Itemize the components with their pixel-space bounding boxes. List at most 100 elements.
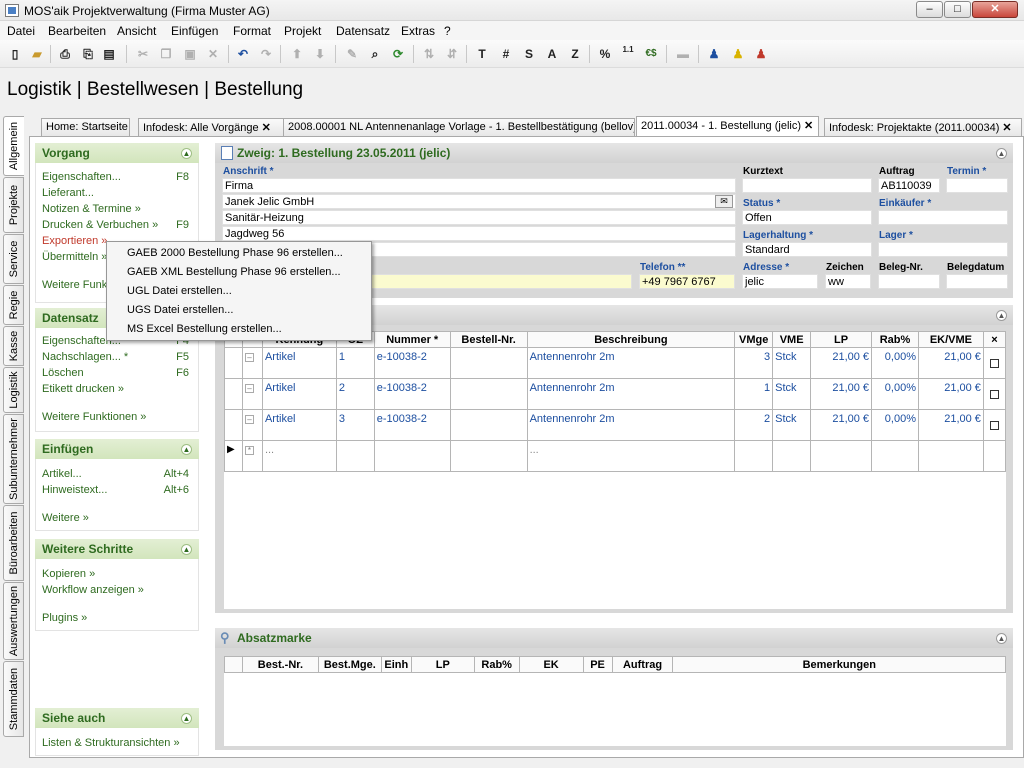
vtab-stammdaten[interactable]: Stammdaten: [3, 661, 24, 737]
undo-icon[interactable]: ↶: [234, 45, 252, 63]
vtab-subunternehmer[interactable]: Subunternehmer: [3, 414, 24, 504]
delete-icon[interactable]: ✕: [204, 45, 222, 63]
link-kopieren[interactable]: Kopieren »: [42, 568, 95, 580]
anschrift-line-1[interactable]: Firma: [222, 178, 736, 193]
a-format-icon[interactable]: A: [543, 45, 561, 63]
doctab-bestellung[interactable]: 2011.00034 - 1. Bestellung (jelic) ✕: [636, 116, 819, 136]
menu-item-gaeb-2000[interactable]: GAEB 2000 Bestellung Phase 96 erstellen.…: [127, 247, 343, 259]
col-bestellnr[interactable]: Bestell-Nr.: [449, 331, 528, 348]
link-uebermitteln[interactable]: Übermitteln »: [42, 251, 107, 263]
percent-icon[interactable]: %: [596, 45, 614, 63]
vtab-logistik[interactable]: Logistik: [3, 367, 24, 413]
anschrift-line-3[interactable]: Sanitär-Heizung: [222, 210, 736, 225]
search-icon[interactable]: ⌕: [366, 45, 384, 63]
kurztext-field[interactable]: [742, 178, 872, 193]
doctab-projektakte[interactable]: Infodesk: Projektakte (2011.00034) ✕: [824, 118, 1022, 136]
number-format-icon[interactable]: #: [497, 45, 515, 63]
link-etikett-drucken[interactable]: Etikett drucken »: [42, 383, 124, 395]
menu-datensatz[interactable]: Datensatz: [336, 24, 390, 38]
expand-icon[interactable]: –: [244, 415, 254, 424]
col-vmge[interactable]: VMge: [734, 331, 774, 348]
belegdatum-field[interactable]: [946, 274, 1008, 289]
link-nachschlagen[interactable]: Nachschlagen... *: [42, 351, 128, 363]
menu-extras[interactable]: Extras: [401, 24, 435, 38]
col-ek-vme[interactable]: EK/VME: [917, 331, 984, 348]
table-row[interactable]: – Artikel 2 e-10038-2 Antennenrohr 2m 1 …: [224, 378, 1007, 410]
z-format-icon[interactable]: Z: [566, 45, 584, 63]
link-ds-weitere-funktionen[interactable]: Weitere Funktionen »: [42, 411, 146, 423]
col-rab[interactable]: Rab%: [473, 656, 520, 673]
belegnr-field[interactable]: [878, 274, 940, 289]
new-file-icon[interactable]: ▯: [6, 45, 24, 63]
row-checkbox[interactable]: [989, 421, 999, 430]
menu-einfuegen[interactable]: Einfügen: [171, 24, 218, 38]
col-delete[interactable]: ×: [982, 331, 1007, 348]
vtab-allgemein[interactable]: Allgemein: [3, 116, 24, 176]
user-blue-icon[interactable]: ♟: [705, 45, 723, 63]
collapse-icon[interactable]: ▲: [181, 713, 192, 724]
link-notizen-termine[interactable]: Notizen & Termine »: [42, 203, 141, 215]
vtab-projekte[interactable]: Projekte: [3, 177, 24, 233]
row-checkbox[interactable]: [989, 390, 999, 399]
menu-help[interactable]: ?: [444, 24, 451, 38]
panel-einfuegen-header[interactable]: Einfügen ▲: [35, 439, 199, 459]
panel-schritte-header[interactable]: Weitere Schritte ▲: [35, 539, 199, 559]
open-folder-icon[interactable]: ▰: [28, 45, 46, 63]
menu-item-ms-excel[interactable]: MS Excel Bestellung erstellen...: [127, 323, 282, 335]
termin-field[interactable]: [946, 178, 1008, 193]
vtab-service[interactable]: Service: [3, 234, 24, 284]
link-exportieren[interactable]: Exportieren »: [42, 235, 107, 247]
user-red-icon[interactable]: ♟: [752, 45, 770, 63]
menu-item-gaeb-xml[interactable]: GAEB XML Bestellung Phase 96 erstellen..…: [127, 266, 341, 278]
col-lp[interactable]: LP: [410, 656, 475, 673]
refresh-icon[interactable]: ⟳: [389, 45, 407, 63]
vtab-regie[interactable]: Regie: [3, 285, 24, 325]
sum-icon[interactable]: S: [520, 45, 538, 63]
text-format-icon[interactable]: T: [473, 45, 491, 63]
expand-icon[interactable]: –: [244, 353, 254, 362]
link-weitere[interactable]: Weitere »: [42, 512, 89, 524]
cut-icon[interactable]: ✂: [134, 45, 152, 63]
telefon-field[interactable]: +49 7967 6767: [639, 274, 735, 289]
link-loeschen[interactable]: Löschen: [42, 367, 84, 379]
menu-item-ugs[interactable]: UGS Datei erstellen...: [127, 304, 233, 316]
sort-desc-icon[interactable]: ⇵: [443, 45, 461, 63]
table-row[interactable]: – Artikel 1 e-10038-2 Antennenrohr 2m 3 …: [224, 347, 1007, 379]
col-einh[interactable]: Einh: [380, 656, 412, 673]
menu-ansicht[interactable]: Ansicht: [117, 24, 156, 38]
print-icon[interactable]: ⎙: [56, 45, 74, 63]
export-icon[interactable]: ▤: [100, 45, 118, 63]
move-up-icon[interactable]: ⬆: [288, 45, 306, 63]
auftrag-field[interactable]: AB110039: [878, 178, 940, 193]
copy-icon[interactable]: ❐: [157, 45, 175, 63]
zweig-header[interactable]: Zweig: 1. Bestellung 23.05.2011 (jelic) …: [215, 143, 1013, 163]
zeichen-field[interactable]: ww: [825, 274, 871, 289]
paste-icon[interactable]: ▣: [181, 45, 199, 63]
col-nummer[interactable]: Nummer *: [373, 331, 451, 348]
doctab-startseite[interactable]: Home: Startseite: [41, 118, 130, 136]
col-best-mge[interactable]: Best.Mge.: [317, 656, 382, 673]
link-artikel[interactable]: Artikel...: [42, 468, 82, 480]
doctab-alle-vorgaenge[interactable]: Infodesk: Alle Vorgänge ✕: [138, 118, 305, 136]
close-tab-icon[interactable]: ✕: [804, 120, 813, 132]
menu-format[interactable]: Format: [233, 24, 271, 38]
col-ek[interactable]: EK: [518, 656, 584, 673]
vtab-auswertungen[interactable]: Auswertungen: [3, 582, 24, 660]
collapse-icon[interactable]: ▲: [181, 148, 192, 159]
move-down-icon[interactable]: ⬇: [311, 45, 329, 63]
address-book-icon[interactable]: ✉: [715, 195, 733, 208]
link-eigenschaften[interactable]: Eigenschaften...: [42, 171, 121, 183]
table-row[interactable]: – Artikel 3 e-10038-2 Antennenrohr 2m 2 …: [224, 409, 1007, 441]
collapse-icon[interactable]: ▲: [181, 444, 192, 455]
panel-siehe-header[interactable]: Siehe auch ▲: [35, 708, 199, 728]
anschrift-line-4[interactable]: Jagdweg 56: [222, 226, 736, 241]
col-vme[interactable]: VME: [772, 331, 812, 348]
user-yellow-icon[interactable]: ♟: [729, 45, 747, 63]
edit-icon[interactable]: ✎: [343, 45, 361, 63]
close-button[interactable]: ✕: [972, 1, 1018, 18]
maximize-button[interactable]: □: [944, 1, 971, 18]
minimize-button[interactable]: –: [916, 1, 943, 18]
col-bemerkungen[interactable]: Bemerkungen: [672, 656, 1006, 673]
new-row-icon[interactable]: *: [244, 446, 254, 455]
link-plugins[interactable]: Plugins »: [42, 612, 87, 624]
